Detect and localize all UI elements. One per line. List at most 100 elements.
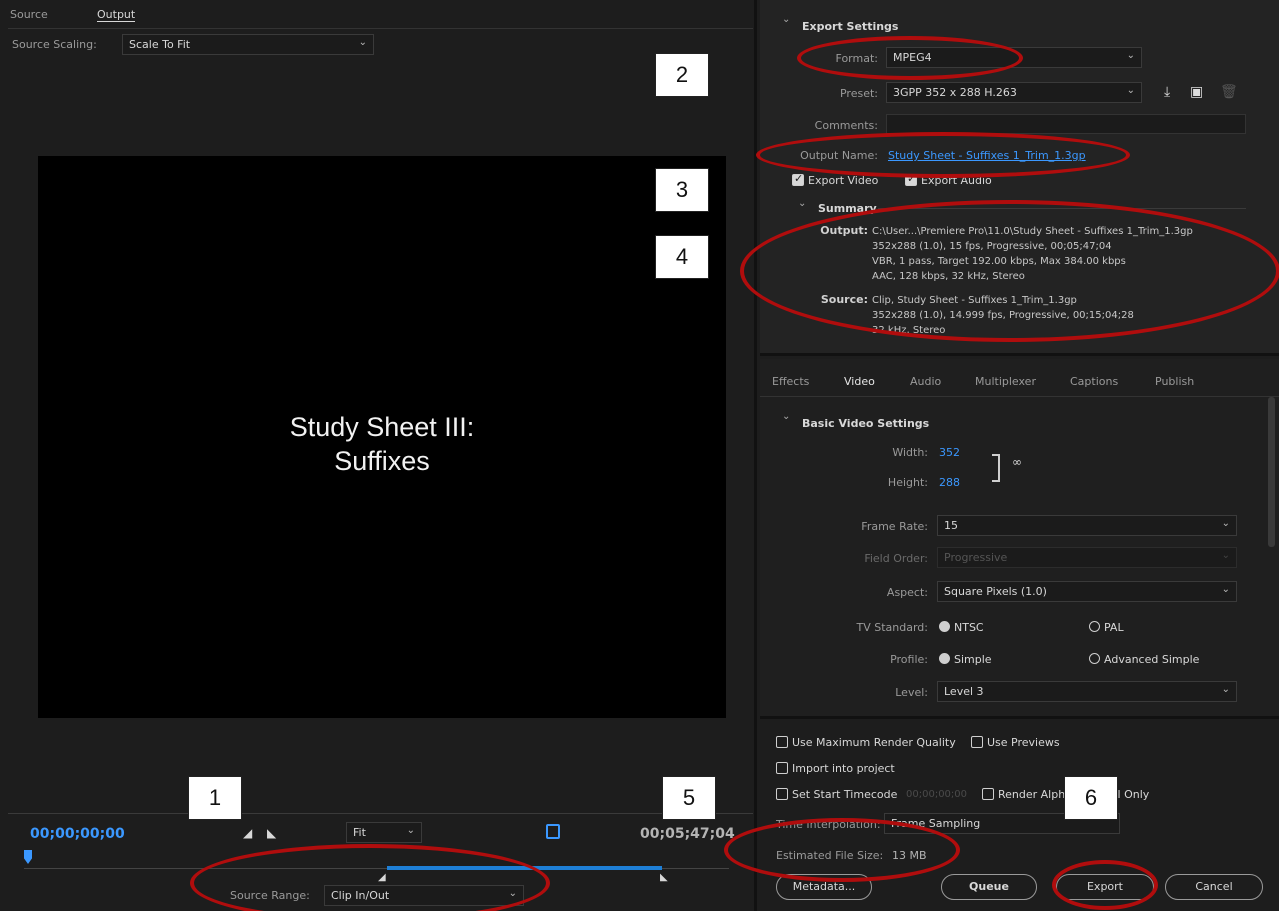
chevron-down-icon: ⌄: [1126, 85, 1135, 96]
import-into-project-checkbox[interactable]: Import into project: [776, 762, 895, 775]
advanced-simple-label: Advanced Simple: [1104, 653, 1200, 666]
checkbox-icon: [776, 762, 788, 774]
tab-multiplexer[interactable]: Multiplexer: [975, 375, 1036, 388]
save-preset-icon[interactable]: ⤓: [1164, 84, 1170, 100]
collapse-icon[interactable]: ⌄: [782, 14, 790, 25]
callout-6: 6: [1064, 776, 1118, 820]
chevron-down-icon: ⌄: [1221, 550, 1230, 561]
preview-line-1: Study Sheet III:: [289, 412, 475, 442]
settings-tabs-panel: Effects Video Audio Multiplexer Captions…: [760, 359, 1279, 719]
scrollbar[interactable]: [1268, 397, 1275, 547]
level-dropdown[interactable]: Level 3 ⌄: [937, 681, 1237, 702]
comments-field[interactable]: [886, 114, 1246, 134]
width-value[interactable]: 352: [939, 446, 960, 459]
chevron-down-icon: ⌄: [1221, 584, 1230, 595]
checkbox-icon: [776, 788, 788, 800]
radio-icon: [939, 653, 950, 664]
field-order-label: Field Order:: [864, 552, 928, 565]
start-timecode-value: 00;00;00;00: [906, 789, 968, 800]
collapse-icon[interactable]: ⌄: [782, 411, 790, 422]
profile-label: Profile:: [890, 653, 928, 666]
left-panel: Source Output Source Scaling: Scale To F…: [0, 0, 757, 911]
ntsc-radio[interactable]: NTSC: [939, 621, 984, 634]
playhead-icon[interactable]: [24, 850, 32, 864]
pal-radio[interactable]: PAL: [1089, 621, 1124, 634]
advanced-simple-radio[interactable]: Advanced Simple: [1089, 653, 1199, 666]
chevron-down-icon: ⌄: [358, 37, 367, 48]
max-render-quality-label: Use Maximum Render Quality: [792, 736, 956, 749]
tab-divider: [8, 28, 753, 29]
out-point-handle[interactable]: ◣: [660, 872, 668, 883]
chevron-down-icon: ⌄: [1126, 50, 1135, 61]
frame-rate-value: 15: [944, 519, 958, 532]
set-start-timecode-checkbox[interactable]: Set Start Timecode: [776, 788, 897, 801]
frame-rate-dropdown[interactable]: 15 ⌄: [937, 515, 1237, 536]
annotation-ring-format: [797, 36, 1023, 80]
queue-button[interactable]: Queue: [941, 874, 1037, 900]
callout-3: 3: [655, 168, 709, 212]
chevron-down-icon: ⌄: [1221, 518, 1230, 529]
export-settings-header: Export Settings: [802, 20, 899, 33]
chevron-down-icon: ⌄: [1221, 684, 1230, 695]
source-scaling-label: Source Scaling:: [12, 38, 97, 51]
basic-video-settings-header: Basic Video Settings: [802, 417, 930, 430]
delete-preset-icon[interactable]: 🗑: [1220, 84, 1238, 100]
preset-dropdown[interactable]: 3GPP 352 x 288 H.263 ⌄: [886, 82, 1142, 103]
import-preset-icon[interactable]: ▣: [1190, 84, 1203, 100]
level-value: Level 3: [944, 685, 984, 698]
zoom-dropdown[interactable]: Fit ⌄: [346, 822, 422, 843]
link-icon[interactable]: ∞: [1012, 455, 1022, 469]
tab-publish[interactable]: Publish: [1155, 375, 1194, 388]
preset-value: 3GPP 352 x 288 H.263: [893, 86, 1017, 99]
zoom-value: Fit: [353, 826, 366, 839]
field-order-value: Progressive: [944, 551, 1008, 564]
pal-label: PAL: [1104, 621, 1124, 634]
summary-collapse-icon[interactable]: ⌄: [798, 198, 806, 209]
callout-5: 5: [662, 776, 716, 820]
annotation-ring-summary: [740, 200, 1279, 342]
timecode-start[interactable]: 00;00;00;00: [30, 826, 125, 842]
cancel-button[interactable]: Cancel: [1165, 874, 1263, 900]
preset-label: Preset:: [839, 87, 878, 100]
width-label: Width:: [892, 446, 928, 459]
import-into-project-label: Import into project: [792, 762, 895, 775]
aspect-dropdown[interactable]: Square Pixels (1.0) ⌄: [937, 581, 1237, 602]
fit-frame-icon[interactable]: [546, 824, 560, 839]
level-label: Level:: [895, 686, 928, 699]
max-render-quality-checkbox[interactable]: Use Maximum Render Quality: [776, 736, 956, 749]
video-preview: Study Sheet III: Suffixes: [38, 156, 726, 718]
preview-title: Study Sheet III: Suffixes: [38, 410, 726, 478]
source-scaling-dropdown[interactable]: Scale To Fit ⌄: [122, 34, 374, 55]
tab-effects[interactable]: Effects: [772, 375, 809, 388]
tab-output[interactable]: Output: [97, 8, 136, 22]
aspect-label: Aspect:: [886, 586, 928, 599]
bottom-panel: Use Maximum Render Quality Use Previews …: [760, 722, 1279, 911]
mark-in-icon[interactable]: ◢: [243, 826, 252, 840]
callout-4: 4: [655, 235, 709, 279]
checkbox-icon: [982, 788, 994, 800]
tabs-divider: [760, 396, 1279, 397]
mark-out-icon[interactable]: ◣: [267, 826, 276, 840]
aspect-value: Square Pixels (1.0): [944, 585, 1047, 598]
height-label: Height:: [887, 476, 928, 489]
checkbox-icon: [792, 172, 804, 186]
tab-video[interactable]: Video: [844, 375, 875, 388]
use-previews-checkbox[interactable]: Use Previews: [971, 736, 1060, 749]
callout-2: 2: [655, 53, 709, 97]
timeline-divider: [8, 813, 753, 814]
tab-source[interactable]: Source: [10, 8, 48, 21]
tv-standard-label: TV Standard:: [856, 621, 929, 634]
checkbox-icon: [776, 736, 788, 748]
tab-audio[interactable]: Audio: [910, 375, 941, 388]
frame-rate-label: Frame Rate:: [861, 520, 928, 533]
link-bracket: [992, 454, 1000, 482]
timecode-end: 00;05;47;04: [640, 826, 735, 842]
simple-label: Simple: [954, 653, 992, 666]
set-start-timecode-label: Set Start Timecode: [792, 788, 898, 801]
tab-captions[interactable]: Captions: [1070, 375, 1118, 388]
height-value[interactable]: 288: [939, 476, 960, 489]
field-order-dropdown: Progressive ⌄: [937, 547, 1237, 568]
checkbox-icon: [971, 736, 983, 748]
annotation-ring-file-size: [724, 818, 960, 882]
simple-radio[interactable]: Simple: [939, 653, 992, 666]
